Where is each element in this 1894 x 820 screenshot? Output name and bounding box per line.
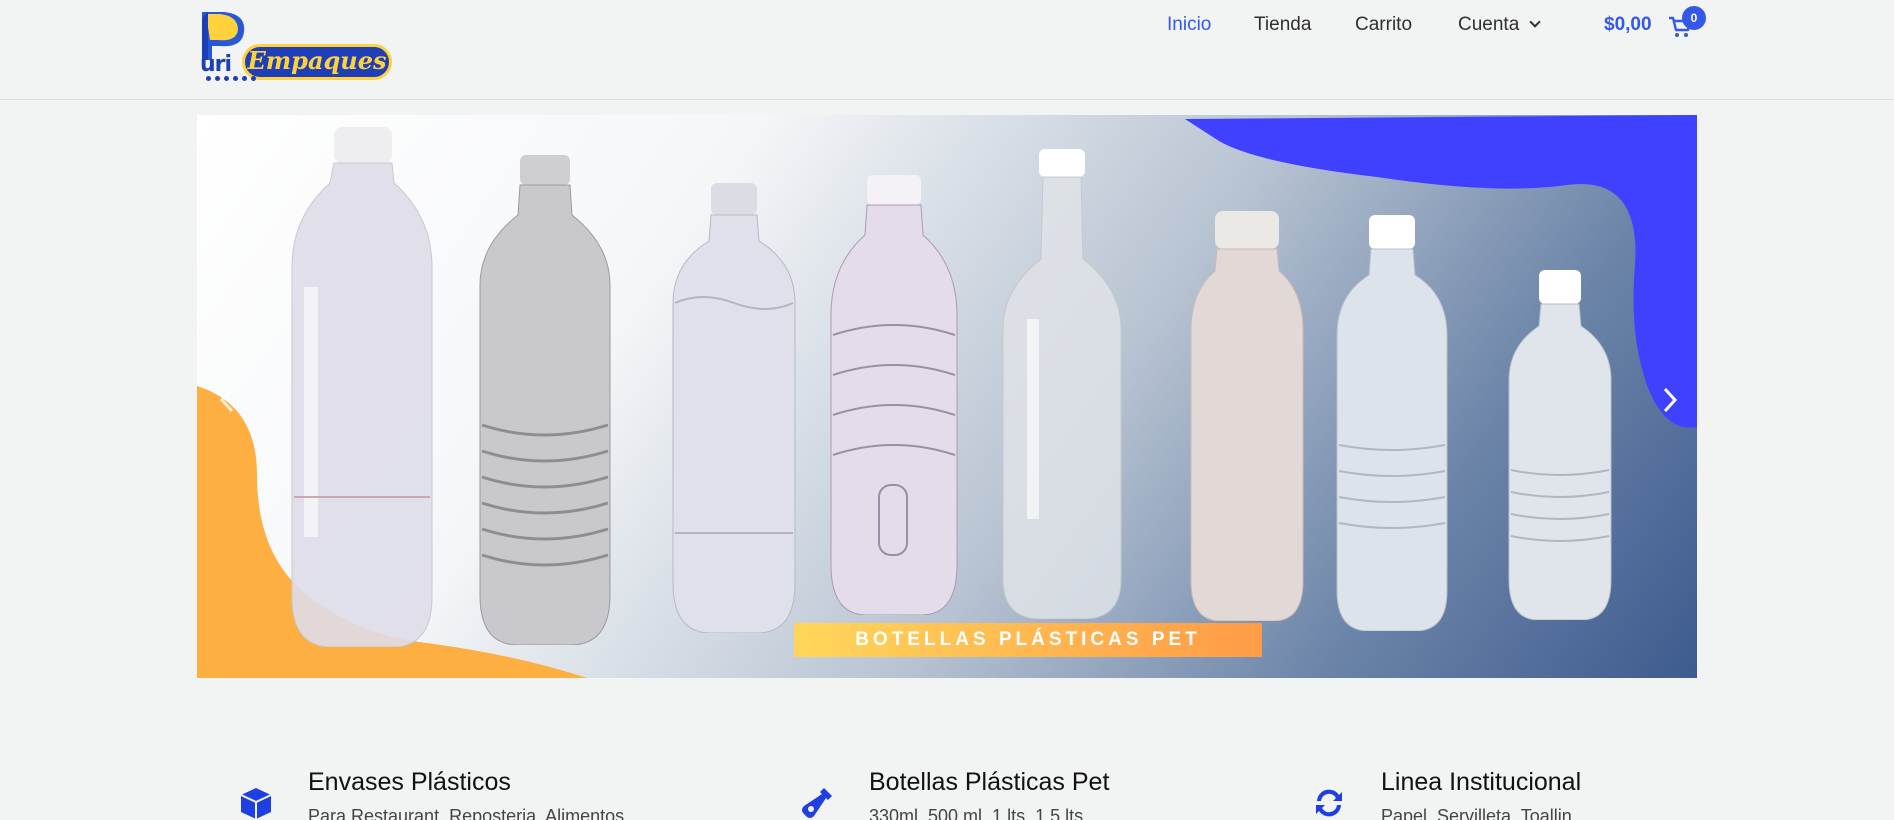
bottle-image-3 <box>672 183 796 633</box>
feature-title-envases: Envases Plásticos <box>308 768 511 796</box>
sync-icon <box>1316 789 1342 817</box>
feature-subtitle-envases: Para Restaurant, Reposteria, Alimentos <box>308 806 625 820</box>
site-logo[interactable]: uri Empaques <box>196 8 400 81</box>
nav-cuenta-label: Cuenta <box>1458 14 1520 35</box>
feature-title-botellas: Botellas Plásticas Pet <box>869 768 1110 796</box>
nav-cuenta[interactable]: Cuenta <box>1458 14 1541 36</box>
bottle-image-5 <box>1002 149 1122 619</box>
bottle-image-1 <box>291 127 433 647</box>
chevron-down-icon <box>1529 16 1541 28</box>
bottle-image-8 <box>1508 270 1612 620</box>
hero-slider[interactable]: BOTELLAS PLÁSTICAS PET <box>197 115 1697 678</box>
bottle-icon <box>802 788 832 818</box>
feature-subtitle-institucional: Papel, Servilleta, Toallin <box>1381 806 1572 820</box>
slider-prev-arrow[interactable] <box>217 385 237 415</box>
nav-inicio[interactable]: Inicio <box>1167 14 1211 36</box>
logo-prefix: uri <box>200 52 232 77</box>
bottle-image-6 <box>1190 211 1304 621</box>
logo-wordmark: Empaques <box>242 44 392 80</box>
cart-total[interactable]: $0,00 <box>1604 14 1652 36</box>
slider-caption: BOTELLAS PLÁSTICAS PET <box>794 623 1262 657</box>
cart-count-badge: 0 <box>1682 6 1706 30</box>
bottle-image-7 <box>1336 215 1448 631</box>
box-icon <box>240 788 272 819</box>
feature-subtitle-botellas: 330ml, 500 ml, 1 lts, 1.5 lts <box>869 806 1084 820</box>
bottle-image-4 <box>830 175 958 615</box>
slider-next-arrow[interactable] <box>1660 385 1680 415</box>
site-header: uri Empaques Inicio Tienda Carrito Cuent… <box>0 0 1894 100</box>
feature-title-institucional: Linea Institucional <box>1381 768 1582 796</box>
nav-tienda[interactable]: Tienda <box>1254 14 1311 36</box>
nav-carrito[interactable]: Carrito <box>1355 14 1412 36</box>
logo-dots <box>206 76 256 81</box>
bottle-image-2 <box>479 155 611 645</box>
